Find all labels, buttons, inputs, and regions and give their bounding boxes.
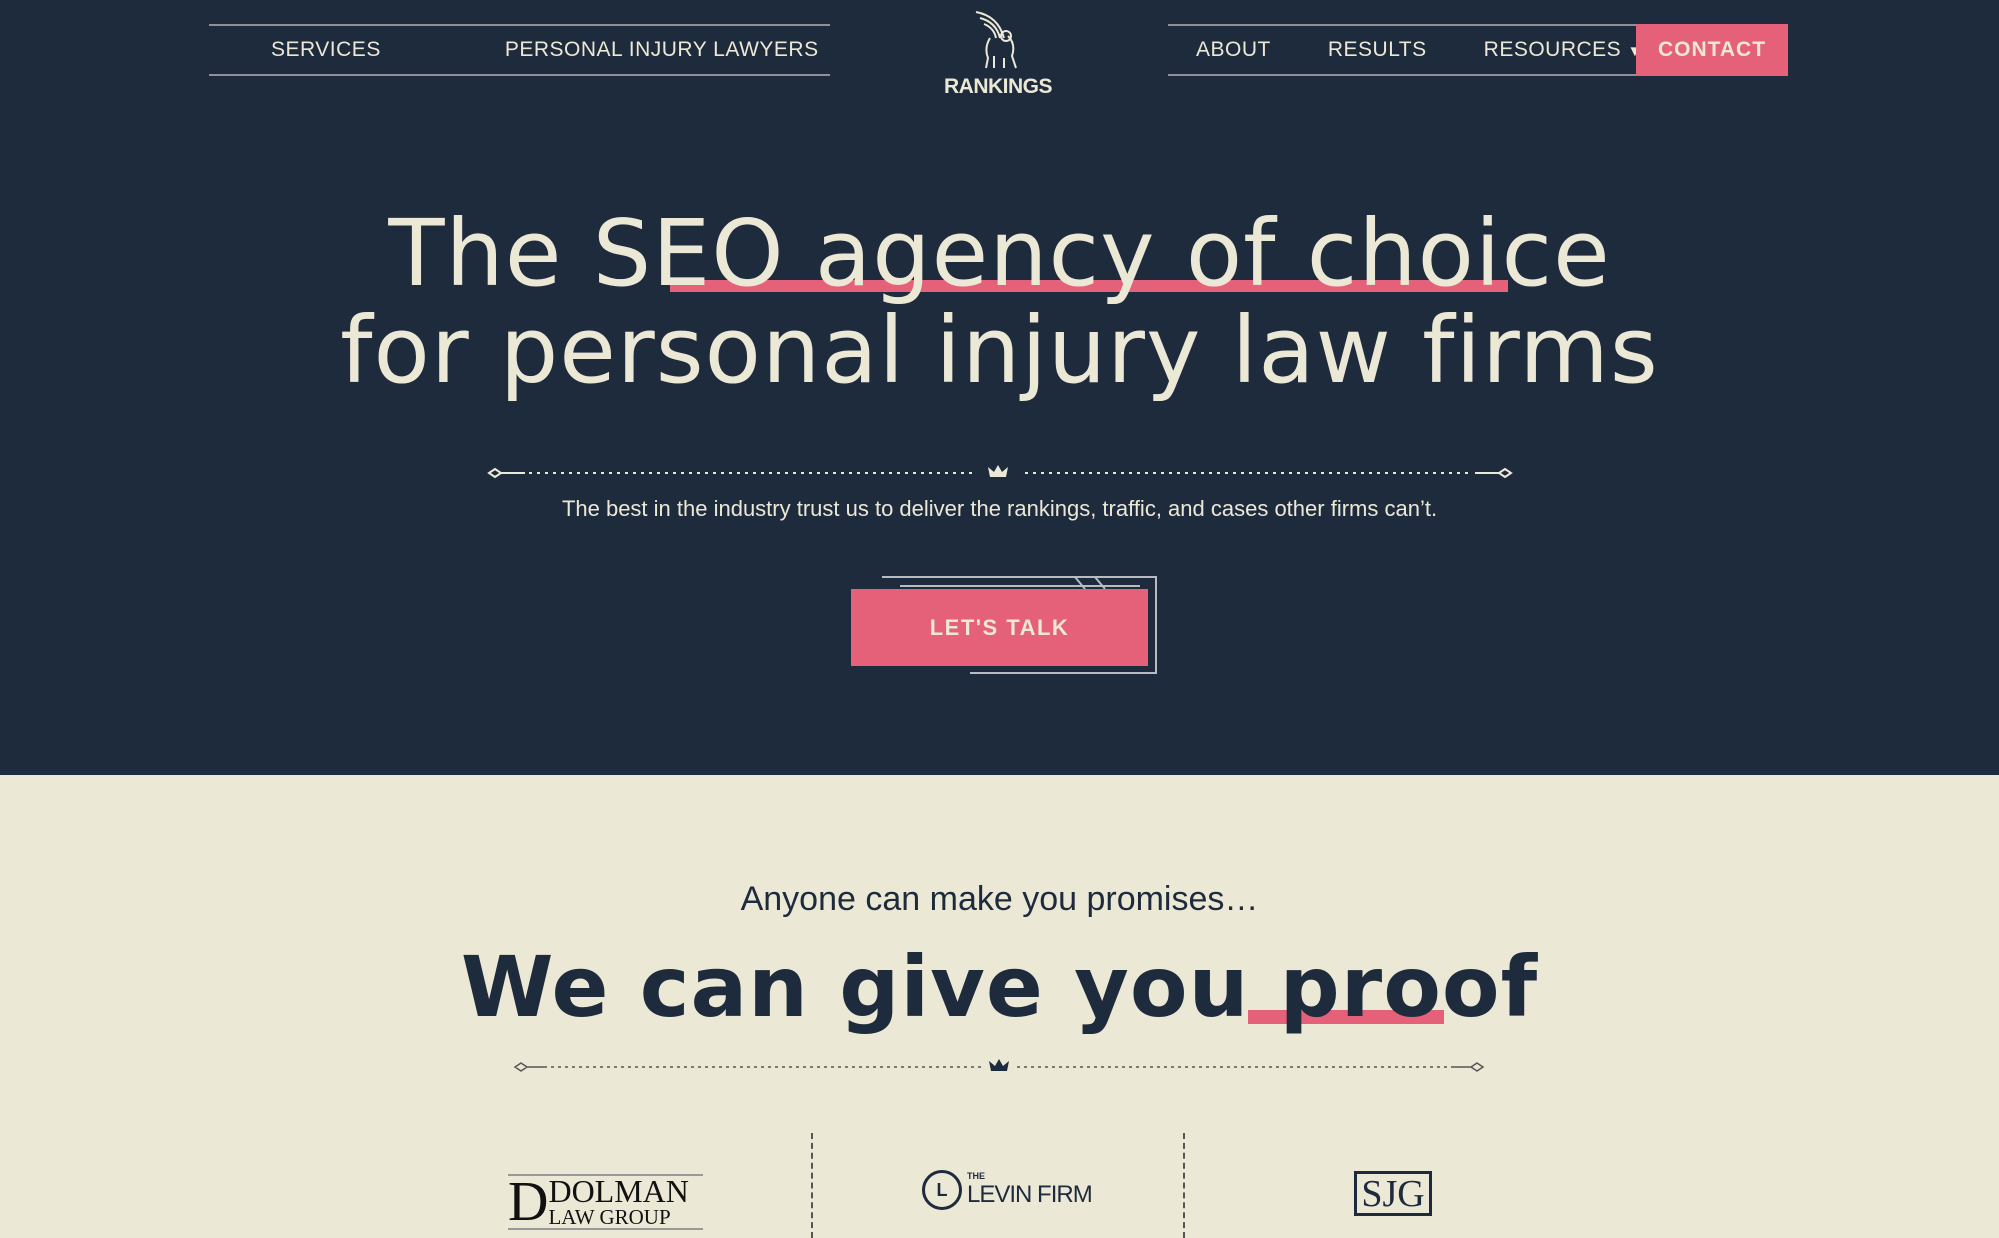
proof-text: We can give you	[460, 938, 1280, 1036]
headline-highlight: SEO agency of choice	[592, 200, 1611, 307]
hero-headline-line1: The SEO agency of choice	[0, 208, 1999, 300]
dolman-d: D	[508, 1171, 549, 1233]
client-logo-dolman: D DOLMAN LAW GROUP	[508, 1174, 703, 1230]
crown-icon	[989, 1059, 1009, 1071]
proof-headline: We can give you proof	[0, 945, 1999, 1029]
proof-highlight: proof	[1279, 938, 1539, 1036]
client-logo-sjg: SJG	[1354, 1171, 1432, 1216]
logo-separator	[811, 1133, 813, 1238]
logo-separator	[1183, 1133, 1185, 1238]
dolman-sub: LAW GROUP	[548, 1205, 671, 1229]
hero-headline-line2: for personal injury law firms	[340, 297, 1659, 404]
hero-subtitle: The best in the industry trust us to del…	[561, 496, 1438, 521]
nav-personal-injury-lawyers[interactable]: PERSONAL INJURY LAWYERS	[505, 38, 819, 62]
client-logo-levin: L THE LEVIN FIRM	[922, 1170, 1093, 1210]
nav-services[interactable]: SERVICES	[271, 38, 381, 62]
lets-talk-button[interactable]: LET'S TALK	[851, 589, 1148, 666]
crown-divider-2	[513, 1059, 1485, 1072]
headline-text: The	[388, 200, 593, 307]
griffin-icon	[975, 11, 1017, 69]
dolman-main: DOLMAN	[548, 1173, 689, 1209]
crown-divider	[487, 465, 1513, 479]
nav-results[interactable]: RESULTS	[1328, 38, 1427, 62]
nav-about[interactable]: ABOUT	[1196, 38, 1271, 62]
logo-text: RANKINGS	[943, 75, 1053, 98]
levin-the: THE	[967, 1171, 985, 1181]
proof-tagline: Anyone can make you promises…	[740, 880, 1259, 918]
crown-icon	[988, 465, 1008, 477]
levin-l-icon: L	[922, 1170, 962, 1210]
nav-resources[interactable]: RESOURCES ▼	[1484, 38, 1643, 62]
nav-right: ABOUT RESULTS RESOURCES ▼	[1168, 24, 1642, 76]
resources-label: RESOURCES	[1483, 38, 1622, 61]
levin-name: LEVIN FIRM	[967, 1181, 1093, 1208]
nav-left: SERVICES PERSONAL INJURY LAWYERS	[209, 24, 830, 76]
rankings-logo[interactable]: RANKINGS	[938, 8, 1058, 98]
contact-button[interactable]: CONTACT	[1636, 24, 1788, 76]
